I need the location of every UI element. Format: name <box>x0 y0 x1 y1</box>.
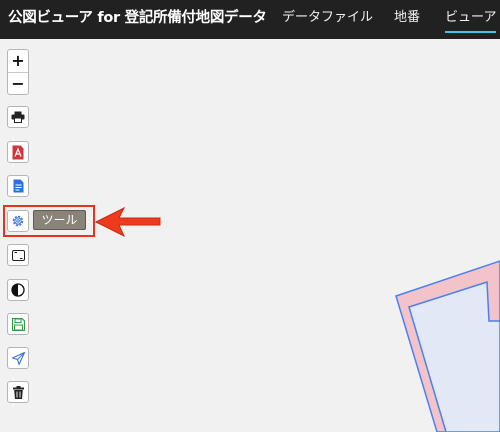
delete-button[interactable] <box>7 381 29 403</box>
tool-tooltip: ツール <box>33 210 86 230</box>
frame-button[interactable] <box>7 244 29 266</box>
print-button[interactable] <box>7 106 29 128</box>
zoom-control: + − <box>7 49 29 95</box>
document-button[interactable] <box>7 175 29 197</box>
trash-icon <box>12 385 24 399</box>
top-bar: 公図ビューア for 登記所備付地図データ データファイル 地番 ビューア <box>0 0 500 39</box>
pdf-icon <box>12 145 24 160</box>
tab-viewer[interactable]: ビューア <box>445 0 497 39</box>
zoom-out-button[interactable]: − <box>8 72 28 95</box>
document-icon <box>13 179 24 193</box>
save-icon <box>11 317 25 331</box>
frame-icon <box>11 249 25 261</box>
tab-lot-number[interactable]: 地番 <box>394 0 420 39</box>
contrast-icon <box>11 283 25 297</box>
tab-data-file[interactable]: データファイル <box>282 0 373 39</box>
zoom-in-button[interactable]: + <box>8 50 28 72</box>
app-title: 公図ビューア for 登記所備付地図データ <box>8 10 267 26</box>
pdf-button[interactable] <box>7 141 29 163</box>
send-button[interactable] <box>7 347 29 369</box>
printer-icon <box>11 111 25 123</box>
send-icon <box>11 351 25 365</box>
contrast-button[interactable] <box>7 279 29 301</box>
save-button[interactable] <box>7 313 29 335</box>
pointer-arrow-icon <box>94 207 161 237</box>
